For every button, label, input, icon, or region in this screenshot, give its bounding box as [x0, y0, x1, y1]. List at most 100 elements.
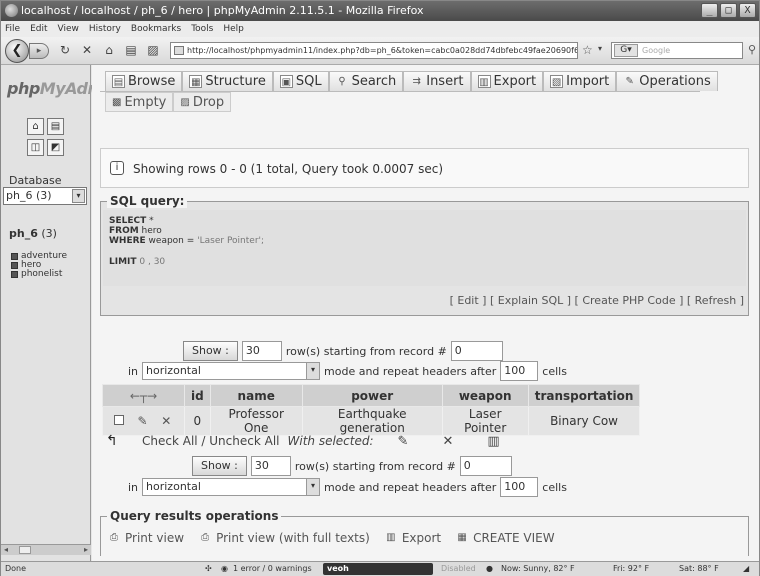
- menu-file[interactable]: File: [5, 21, 20, 37]
- url-dropdown-icon[interactable]: ▾: [598, 44, 602, 53]
- addon-icon[interactable]: ✣: [205, 563, 212, 575]
- query-notice: i Showing rows 0 - 0 (1 total, Query too…: [100, 148, 749, 188]
- empty-icon: ▩: [112, 96, 122, 108]
- rows-count-input[interactable]: 30: [241, 341, 282, 361]
- show-button[interactable]: Show :: [192, 456, 247, 476]
- results-table: ←┬→ id name power weapon transportation …: [102, 384, 641, 436]
- database-select[interactable]: ph_6 (3) ▾: [3, 187, 87, 205]
- column-header-id[interactable]: id: [184, 384, 211, 407]
- weather-icon: ●: [486, 564, 493, 573]
- tab-import[interactable]: ▧ Import: [543, 71, 617, 91]
- home-icon[interactable]: ⌂: [102, 43, 116, 57]
- menu-bookmarks[interactable]: Bookmarks: [131, 21, 181, 37]
- resize-grip-icon[interactable]: ◢: [743, 563, 749, 575]
- row-checkbox[interactable]: [113, 415, 124, 425]
- bookmark-page-icon[interactable]: ▤: [124, 43, 138, 57]
- repeat-headers-input[interactable]: 100: [500, 477, 539, 497]
- veoh-badge[interactable]: veoh: [323, 563, 433, 575]
- menu-help[interactable]: Help: [223, 21, 244, 37]
- tab-search[interactable]: ⚲ Search: [328, 71, 404, 91]
- scroll-right-icon[interactable]: ▸: [84, 545, 88, 555]
- back-button[interactable]: ❮: [5, 39, 29, 63]
- sql-action-links[interactable]: [ Edit ] [ Explain SQL ] [ Create PHP Co…: [450, 294, 744, 307]
- export-selected-icon[interactable]: ▥: [487, 434, 499, 449]
- display-mode-select[interactable]: horizontal ▾: [142, 362, 321, 380]
- error-console-icon[interactable]: ◉: [221, 563, 228, 575]
- home-icon[interactable]: ⌂: [27, 118, 44, 135]
- weather-sat[interactable]: Sat: 88° F: [679, 563, 719, 575]
- display-mode-select[interactable]: horizontal ▾: [142, 478, 321, 496]
- forward-button[interactable]: ▸: [29, 43, 49, 59]
- sql-docs-icon[interactable]: ◩: [47, 139, 64, 156]
- delete-icon[interactable]: ✕: [159, 414, 173, 428]
- menu-tools[interactable]: Tools: [191, 21, 213, 37]
- table-item-phonelist[interactable]: phonelist: [11, 270, 67, 279]
- operations-icon: ✎: [625, 76, 634, 87]
- table-tabs: ▤ Browse ▦ Structure ▣ SQL ⚲ Search ⇉ Insert …: [105, 71, 718, 91]
- query-window-icon[interactable]: ▤: [47, 118, 64, 135]
- search-engine-button[interactable]: G▾: [614, 44, 638, 57]
- check-all-link[interactable]: Check All / Uncheck All: [142, 434, 280, 448]
- column-header-transportation[interactable]: transportation: [527, 384, 641, 407]
- tab-export[interactable]: ▥ Export: [470, 71, 544, 91]
- column-header-power[interactable]: power: [301, 384, 443, 407]
- disabled-label: Disabled: [441, 564, 476, 573]
- edit-icon[interactable]: ✎: [136, 414, 150, 428]
- weather-fri[interactable]: Fri: 92° F: [613, 563, 649, 575]
- status-bar: Done ✣ ◉ 1 error / 0 warnings veoh Disab…: [1, 561, 759, 576]
- export-link[interactable]: ▥ Export: [384, 531, 441, 545]
- column-header-name[interactable]: name: [209, 384, 303, 407]
- docs-icon[interactable]: ◫: [27, 139, 44, 156]
- column-header-weapon[interactable]: weapon: [441, 384, 529, 407]
- print-view-link[interactable]: ⎙ Print view: [107, 531, 184, 545]
- close-button[interactable]: X: [739, 3, 756, 18]
- start-record-input[interactable]: 0: [450, 341, 503, 361]
- tab-browse[interactable]: ▤ Browse: [105, 71, 183, 91]
- column-resize-icon[interactable]: ←┬→: [102, 384, 185, 407]
- repeat-headers-input[interactable]: 100: [500, 361, 539, 381]
- drop-icon: ▨: [180, 96, 190, 108]
- show-button[interactable]: Show :: [183, 341, 238, 361]
- maximize-button[interactable]: □: [720, 3, 737, 18]
- table-list: adventure hero phonelist: [11, 252, 67, 279]
- bookmark-star-icon[interactable]: ☆: [582, 43, 593, 57]
- search-go-icon[interactable]: ⚲: [748, 43, 756, 56]
- check-all-arrow-icon: ↰: [106, 433, 118, 449]
- export-icon: ▥: [386, 532, 396, 543]
- database-name[interactable]: ph_6 (3): [9, 227, 57, 240]
- tab-operations[interactable]: ✎ Operations: [616, 71, 718, 91]
- tab-structure[interactable]: ▦ Structure: [182, 71, 273, 91]
- site-icon: [174, 46, 184, 55]
- scroll-left-icon[interactable]: ◂: [4, 545, 8, 555]
- menu-bar: File Edit View History Bookmarks Tools H…: [1, 21, 759, 37]
- minimize-button[interactable]: _: [701, 3, 718, 18]
- print-view-full-link[interactable]: ⎙ Print view (with full texts): [198, 531, 370, 545]
- stop-icon[interactable]: ✕: [80, 43, 94, 57]
- start-record-input[interactable]: 0: [459, 456, 512, 476]
- chevron-down-icon: ▾: [306, 363, 320, 379]
- delete-selected-icon[interactable]: ✕: [442, 434, 453, 449]
- edit-selected-icon[interactable]: ✎: [398, 434, 409, 449]
- menu-history[interactable]: History: [89, 21, 121, 37]
- error-count[interactable]: 1 error / 0 warnings: [233, 563, 312, 575]
- address-bar[interactable]: http://localhost/phpmyadmin11/index.php?…: [170, 42, 578, 59]
- rows-count-input[interactable]: 30: [250, 456, 291, 476]
- reload-icon[interactable]: ↻: [58, 43, 72, 57]
- tab-sql[interactable]: ▣ SQL: [272, 71, 329, 91]
- page-info-icon[interactable]: ▨: [146, 43, 160, 57]
- sidebar-scrollbar[interactable]: ◂ ▸: [1, 544, 91, 555]
- menu-edit[interactable]: Edit: [30, 21, 47, 37]
- pager-bottom: Show : 30 row(s) starting from record # …: [192, 456, 512, 476]
- print-icon: ⎙: [201, 532, 210, 543]
- search-box[interactable]: G▾ Google: [611, 42, 743, 59]
- search-icon: ⚲: [338, 76, 346, 87]
- tab-insert[interactable]: ⇉ Insert: [403, 71, 471, 91]
- weather-now[interactable]: Now: Sunny, 82° F: [501, 563, 575, 575]
- qro-legend: Query results operations: [107, 509, 282, 523]
- menu-view[interactable]: View: [58, 21, 79, 37]
- table-row: ✎ ✕ 0 Professor One Earthquake generatio…: [102, 406, 641, 436]
- scroll-thumb[interactable]: [19, 546, 31, 554]
- tab-drop[interactable]: ▨ Drop: [173, 92, 232, 112]
- tab-empty[interactable]: ▩ Empty: [105, 92, 174, 112]
- create-view-link[interactable]: ▦ CREATE VIEW: [455, 531, 554, 545]
